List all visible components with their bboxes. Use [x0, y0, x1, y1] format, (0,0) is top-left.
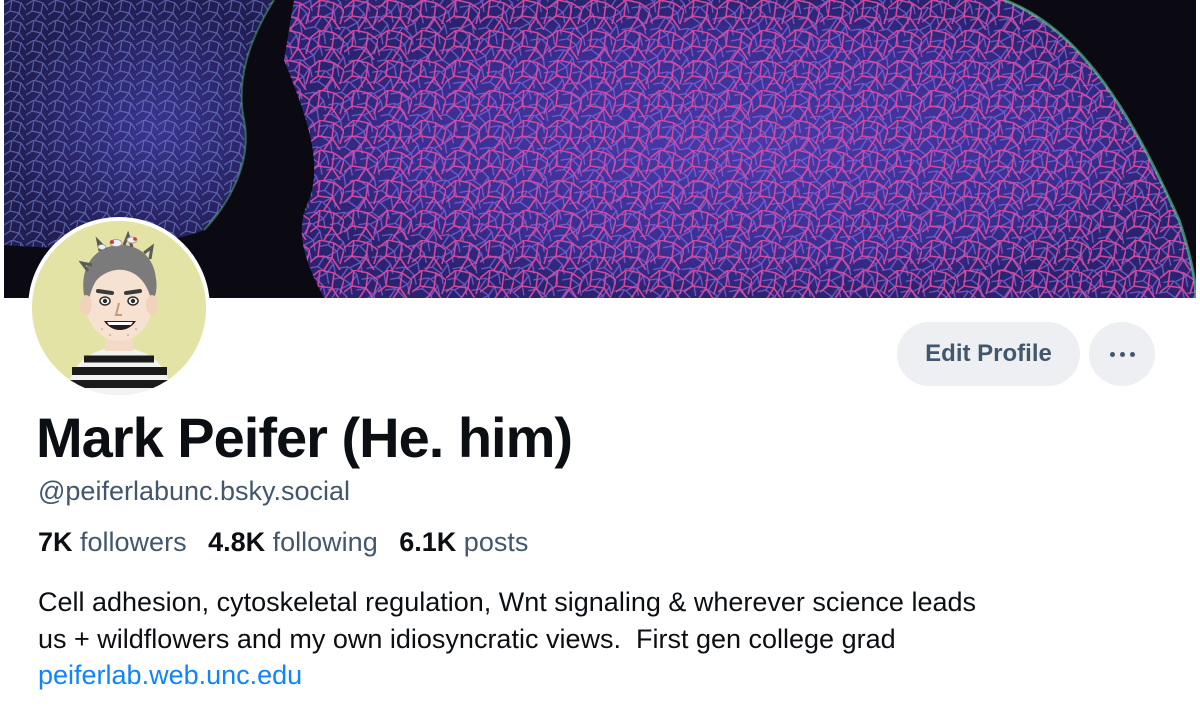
bio-line: us + wildflowers and my own idiosyncrati… [38, 624, 896, 654]
avatar[interactable] [28, 217, 210, 399]
following-stat[interactable]: 4.8K following [208, 527, 378, 557]
profile-handle: @peiferlabunc.bsky.social [38, 476, 351, 506]
ellipsis-icon [1107, 351, 1137, 357]
posts-count: 6.1K [399, 527, 457, 557]
profile-bio: Cell adhesion, cytoskeletal regulation, … [38, 584, 1178, 658]
edit-profile-button[interactable]: Edit Profile [897, 322, 1080, 386]
profile-stats: 7K followers 4.8K following 6.1K posts [38, 527, 542, 558]
following-count: 4.8K [208, 527, 266, 557]
profile-page: Edit Profile Mark Peifer (He. him) @peif… [0, 0, 1200, 714]
posts-label: posts [463, 527, 529, 557]
display-name: Mark Peifer (He. him) [36, 406, 573, 469]
bio-line: Cell adhesion, cytoskeletal regulation, … [38, 587, 976, 617]
followers-label: followers [80, 527, 187, 557]
followers-count: 7K [38, 527, 73, 557]
avatar-image [32, 221, 206, 395]
more-options-button[interactable] [1089, 322, 1155, 386]
followers-stat[interactable]: 7K followers [38, 527, 187, 557]
posts-stat: 6.1K posts [399, 527, 528, 557]
website-link[interactable]: peiferlab.web.unc.edu [38, 660, 302, 691]
following-label: following [272, 527, 378, 557]
